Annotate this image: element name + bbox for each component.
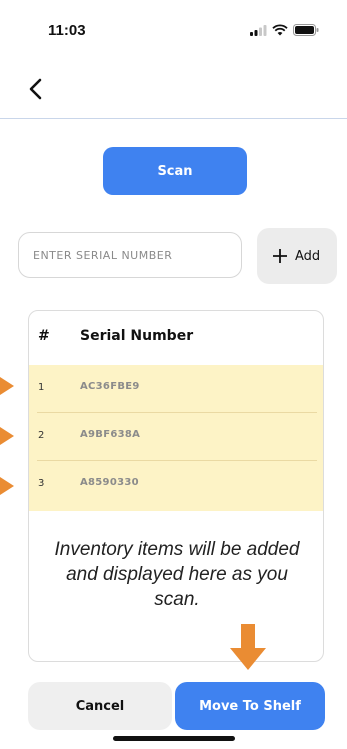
status-icons [250,24,319,36]
row-serial: A8590330 [80,477,139,488]
serial-list-card: # Serial Number 1 AC36FBE9 2 A9BF638A 3 … [28,310,324,662]
table-row[interactable]: 1 AC36FBE9 [29,365,323,413]
empty-list-message: Inventory items will be added and displa… [54,539,300,610]
scan-button[interactable]: Scan [103,147,247,195]
add-button-label: Add [295,248,321,264]
signal-icon [250,24,267,36]
status-time: 11:03 [48,22,86,39]
annotation-down-arrow-icon [230,624,266,670]
row-serial: A9BF638A [80,429,141,440]
table-row[interactable]: 2 A9BF638A [29,413,323,461]
nav-bar [0,60,347,119]
row-number: 1 [38,382,45,393]
battery-icon [293,24,319,36]
status-bar: 11:03 [0,0,347,60]
home-indicator [113,736,235,741]
table-header: # Serial Number [29,311,323,365]
wifi-icon [272,24,288,36]
column-header-serial: Serial Number [80,328,194,344]
row-number: 3 [38,478,45,489]
serial-number-input[interactable] [18,232,242,278]
move-to-shelf-button[interactable]: Move To Shelf [175,682,325,730]
cancel-button[interactable]: Cancel [28,682,172,730]
column-header-number: # [38,328,50,344]
row-serial: AC36FBE9 [80,381,140,392]
annotation-arrow-icon [0,377,14,395]
back-chevron-icon[interactable] [24,76,50,102]
add-button[interactable]: Add [257,228,337,284]
plus-icon [273,249,287,263]
table-row[interactable]: 3 A8590330 [29,461,323,509]
row-number: 2 [38,430,45,441]
annotation-arrow-icon [0,427,14,445]
annotation-arrow-icon [0,477,14,495]
